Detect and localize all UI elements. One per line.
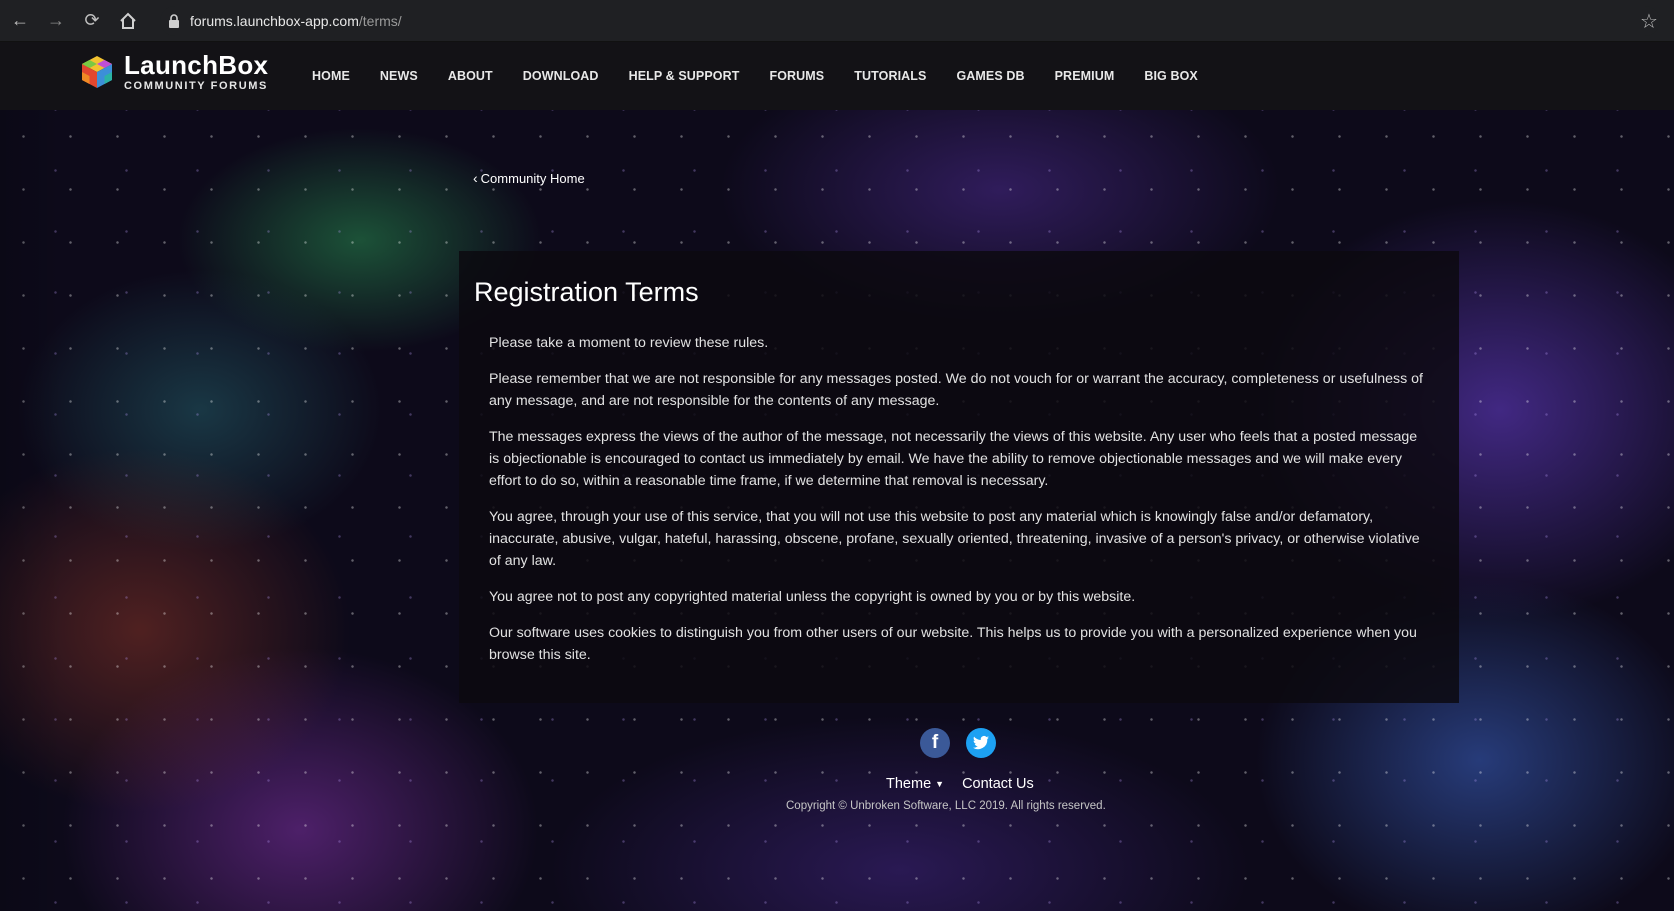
terms-paragraph: Our software uses cookies to distinguish… bbox=[489, 625, 1417, 663]
reload-button[interactable]: ⟳ bbox=[76, 5, 108, 37]
nav-about[interactable]: ABOUT bbox=[448, 69, 493, 83]
logo-title: LaunchBox bbox=[124, 50, 269, 80]
reload-icon: ⟳ bbox=[84, 10, 100, 30]
site-header: LaunchBox COMMUNITY FORUMS HOME NEWS ABO… bbox=[0, 42, 1674, 110]
page-title: Registration Terms bbox=[474, 277, 699, 307]
nav-tutorials[interactable]: TUTORIALS bbox=[854, 69, 926, 83]
terms-panel: Registration Terms Please take a moment … bbox=[459, 251, 1459, 703]
home-icon bbox=[120, 12, 136, 29]
logo-subtitle: COMMUNITY FORUMS bbox=[124, 80, 268, 92]
back-arrow-icon: ← bbox=[11, 10, 29, 30]
nav-download[interactable]: DOWNLOAD bbox=[523, 69, 599, 83]
forward-arrow-icon: → bbox=[47, 10, 65, 30]
terms-paragraph: You agree, through your use of this serv… bbox=[489, 509, 1420, 569]
terms-paragraph: You agree not to post any copyrighted ma… bbox=[489, 589, 1136, 605]
facebook-icon[interactable]: f bbox=[920, 728, 950, 758]
twitter-icon[interactable] bbox=[966, 728, 996, 758]
contact-us-link[interactable]: Contact Us bbox=[962, 776, 1034, 792]
browser-toolbar: ← → ⟳ forums.launchbox-app.com/terms/ ☆ bbox=[0, 0, 1674, 42]
launchbox-cube-icon bbox=[82, 56, 112, 88]
url-host: forums.launchbox-app.com bbox=[190, 12, 359, 29]
terms-body: Please take a moment to review these rul… bbox=[474, 332, 1444, 666]
chevron-left-icon: ‹ bbox=[473, 170, 478, 186]
caret-down-icon: ▼ bbox=[935, 779, 945, 789]
address-bar[interactable]: forums.launchbox-app.com/terms/ bbox=[160, 5, 1660, 36]
terms-paragraph: Please remember that we are not responsi… bbox=[489, 371, 1423, 409]
nav-premium[interactable]: PREMIUM bbox=[1055, 69, 1115, 83]
home-button[interactable] bbox=[112, 5, 144, 37]
star-icon: ☆ bbox=[1640, 10, 1658, 33]
nav-home[interactable]: HOME bbox=[312, 69, 350, 83]
copyright-text: Copyright © Unbroken Software, LLC 2019.… bbox=[786, 800, 1106, 812]
nav-big-box[interactable]: BIG BOX bbox=[1144, 69, 1197, 83]
nav-forums[interactable]: FORUMS bbox=[769, 69, 824, 83]
url-path: /terms/ bbox=[358, 12, 402, 29]
forward-button[interactable]: → bbox=[40, 5, 72, 37]
main-nav: HOME NEWS ABOUT DOWNLOAD HELP & SUPPORT … bbox=[312, 42, 1228, 110]
background-edge bbox=[0, 110, 64, 911]
terms-paragraph: The messages express the views of the au… bbox=[489, 429, 1418, 489]
lock-icon bbox=[169, 13, 179, 28]
back-button[interactable]: ← bbox=[4, 5, 36, 37]
site-logo[interactable]: LaunchBox COMMUNITY FORUMS bbox=[80, 52, 268, 92]
nav-news[interactable]: NEWS bbox=[380, 69, 418, 83]
breadcrumb-community-home[interactable]: ‹ Community Home bbox=[473, 170, 585, 186]
nav-help-support[interactable]: HELP & SUPPORT bbox=[629, 69, 740, 83]
theme-selector[interactable]: Theme ▼ bbox=[886, 776, 944, 792]
terms-paragraph: Please take a moment to review these rul… bbox=[489, 335, 769, 351]
theme-label: Theme bbox=[886, 776, 932, 792]
twitter-bird-glyph bbox=[973, 735, 989, 750]
social-links: f bbox=[920, 728, 1012, 758]
breadcrumb-label: Community Home bbox=[480, 170, 585, 186]
nav-games-db[interactable]: GAMES DB bbox=[956, 69, 1024, 83]
footer-links: Theme ▼ Contact Us bbox=[886, 776, 1034, 792]
bookmark-button[interactable]: ☆ bbox=[1636, 8, 1662, 34]
